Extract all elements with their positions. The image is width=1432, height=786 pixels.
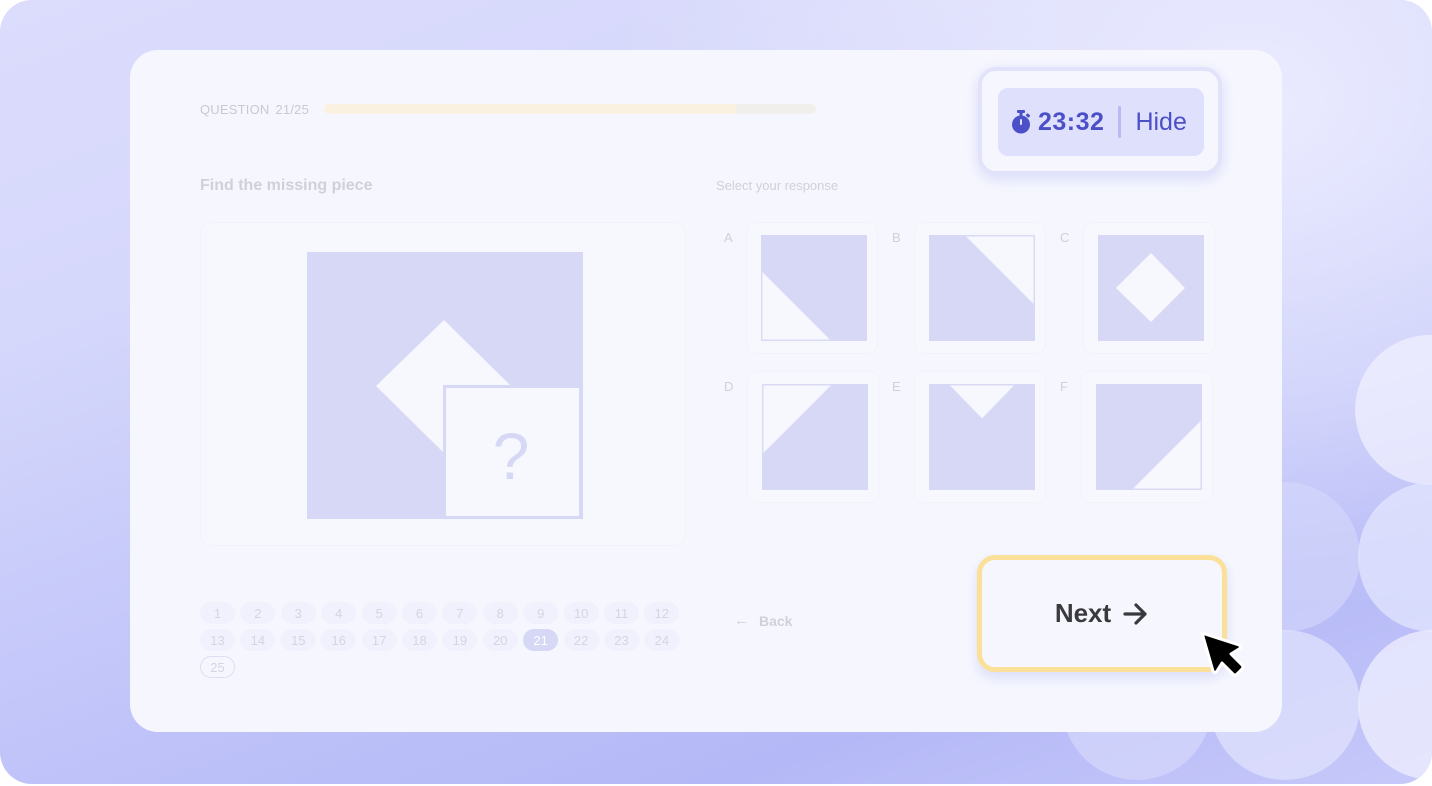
page-pill-20[interactable]: 20 [482, 629, 518, 651]
question-prompt: Find the missing piece [200, 177, 373, 194]
page-pill-22[interactable]: 22 [563, 629, 599, 651]
page-pill-5[interactable]: 5 [361, 602, 397, 624]
test-card: QUESTION 21/25 23:32 Hide Find the missin… [130, 50, 1282, 732]
mouse-pointer-icon [1200, 631, 1245, 677]
page-pill-24[interactable]: 24 [644, 629, 680, 651]
puzzle-panel: ? [201, 223, 685, 545]
next-label: Next [1054, 598, 1112, 628]
next-button[interactable]: Next [977, 555, 1227, 672]
page-pill-1[interactable]: 1 [200, 602, 235, 624]
question-count: 21/25 [275, 102, 310, 117]
puzzle-figure: ? [307, 252, 583, 519]
page-pill-15[interactable]: 15 [280, 629, 316, 651]
page-pill-11[interactable]: 11 [604, 602, 639, 624]
back-button[interactable]: ← Back [734, 612, 792, 629]
option-a[interactable] [747, 223, 877, 353]
page-pill-4[interactable]: 4 [321, 602, 357, 624]
timer-panel: 23:32 Hide [998, 88, 1204, 156]
page-pill-21[interactable]: 21 [523, 629, 559, 651]
back-label: Back [759, 612, 793, 629]
missing-piece-marker: ? [493, 419, 530, 493]
page-pill-7[interactable]: 7 [442, 602, 478, 624]
progress-bar [324, 104, 816, 114]
page-pill-9[interactable]: 9 [523, 602, 559, 624]
page-pill-6[interactable]: 6 [402, 602, 437, 624]
option-c-figure [1098, 235, 1204, 341]
timer-value: 23:32 [1038, 107, 1105, 136]
option-e-figure [929, 384, 1035, 490]
select-response-label: Select your response [716, 178, 839, 193]
option-d-figure [762, 384, 868, 490]
page-pill-12[interactable]: 12 [644, 602, 680, 624]
page-pill-25[interactable]: 25 [200, 656, 235, 678]
option-f[interactable] [1082, 372, 1212, 502]
option-b[interactable] [915, 223, 1045, 353]
option-letter-f: F [1060, 379, 1068, 394]
page-pill-18[interactable]: 18 [402, 629, 437, 651]
page-pill-2[interactable]: 2 [240, 602, 276, 624]
decorative-circle [1358, 630, 1432, 780]
option-c[interactable] [1084, 223, 1214, 353]
option-letter-c: C [1060, 230, 1070, 245]
question-counter: QUESTION 21/25 [200, 102, 309, 117]
option-a-figure [761, 235, 867, 341]
option-b-figure [929, 235, 1035, 341]
hide-timer-button[interactable]: Hide [1135, 108, 1186, 137]
arrow-left-icon: ← [734, 612, 749, 629]
page-pill-23[interactable]: 23 [604, 629, 639, 651]
page-pill-8[interactable]: 8 [482, 602, 518, 624]
question-label: QUESTION [200, 102, 270, 117]
page-pill-13[interactable]: 13 [200, 629, 235, 651]
arrow-right-icon [1123, 602, 1147, 625]
option-f-figure [1096, 384, 1202, 490]
timer-divider [1118, 106, 1122, 138]
option-d[interactable] [748, 372, 878, 502]
option-letter-b: B [892, 230, 901, 245]
page-pill-17[interactable]: 17 [361, 629, 397, 651]
page-pill-19[interactable]: 19 [442, 629, 478, 651]
progress-fill [324, 104, 738, 114]
option-letter-e: E [892, 379, 901, 394]
timer-widget: 23:32 Hide [978, 67, 1222, 175]
option-e[interactable] [915, 372, 1045, 502]
page-pill-14[interactable]: 14 [240, 629, 276, 651]
page-pill-16[interactable]: 16 [321, 629, 357, 651]
option-letter-d: D [724, 379, 734, 394]
option-letter-a: A [724, 230, 733, 245]
page-pill-10[interactable]: 10 [563, 602, 599, 624]
decorative-edge [1428, 768, 1432, 780]
stopwatch-icon [1012, 110, 1031, 134]
page-pill-3[interactable]: 3 [280, 602, 316, 624]
